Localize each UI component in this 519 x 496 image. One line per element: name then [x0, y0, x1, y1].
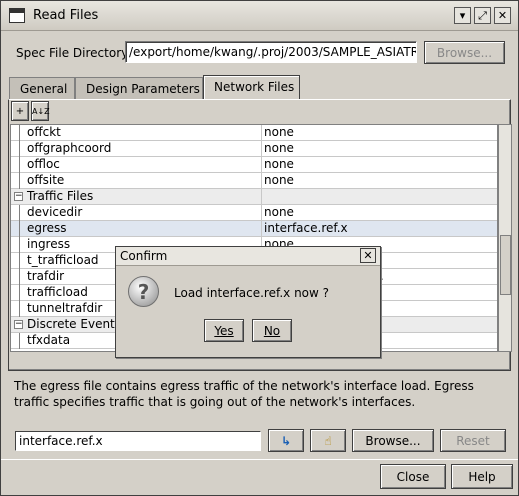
- spec-dir-field[interactable]: /export/home/kwang/.proj/2003/SAMPLE_ASI…: [125, 41, 417, 63]
- close-button[interactable]: Close: [380, 464, 446, 489]
- browse-button[interactable]: Browse...: [352, 429, 434, 452]
- close-icon[interactable]: ✕: [494, 7, 511, 24]
- footer-divider: [1, 459, 518, 460]
- sort-az-icon[interactable]: A↓Z: [31, 101, 50, 121]
- add-file-icon[interactable]: +: [11, 101, 29, 121]
- window-title: Read Files: [33, 8, 99, 23]
- dialog-title-bar[interactable]: Confirm ✕: [116, 247, 380, 266]
- hand-icon[interactable]: ☝: [310, 429, 346, 452]
- confirm-dialog: Confirm ✕ ? Load interface.ref.x now ? Y…: [115, 246, 381, 358]
- table-row-selected[interactable]: egress interface.ref.x: [11, 221, 497, 237]
- table-scrollbar[interactable]: [498, 124, 512, 352]
- help-button[interactable]: Help: [451, 464, 513, 489]
- table-row[interactable]: devicedir none: [11, 205, 497, 221]
- title-bar[interactable]: Read Files ▾ ⤢ ✕: [1, 1, 518, 31]
- table-row[interactable]: offckt none: [11, 125, 497, 141]
- tab-design-parameters[interactable]: Design Parameters: [75, 77, 203, 99]
- tab-network-files[interactable]: Network Files: [203, 75, 300, 100]
- scrollbar-thumb[interactable]: [500, 235, 511, 295]
- reset-button[interactable]: Reset: [440, 429, 506, 452]
- collapse-icon[interactable]: −: [14, 320, 23, 329]
- table-row[interactable]: offsite none: [11, 173, 497, 189]
- apply-arrow-icon[interactable]: ↳: [268, 429, 304, 452]
- no-button[interactable]: No: [252, 319, 292, 342]
- table-group-row[interactable]: − Traffic Files: [11, 189, 497, 205]
- question-icon: ?: [128, 276, 159, 307]
- minimize-icon[interactable]: ▾: [454, 7, 471, 24]
- tab-general[interactable]: General: [9, 77, 75, 99]
- spec-browse-button[interactable]: Browse...: [424, 41, 505, 64]
- window-icon: [9, 8, 25, 23]
- read-files-window: Read Files ▾ ⤢ ✕ Spec File Directory: /e…: [0, 0, 519, 496]
- dialog-title: Confirm: [120, 249, 168, 263]
- file-value-input[interactable]: interface.ref.x: [15, 431, 261, 451]
- collapse-icon[interactable]: −: [14, 192, 23, 201]
- table-row[interactable]: offloc none: [11, 157, 497, 173]
- spec-dir-label: Spec File Directory:: [16, 46, 132, 60]
- yes-button[interactable]: Yes: [204, 319, 244, 342]
- dialog-close-icon[interactable]: ✕: [360, 248, 376, 263]
- dialog-message: Load interface.ref.x now ?: [174, 286, 330, 300]
- table-row[interactable]: offgraphcoord none: [11, 141, 497, 157]
- description-text: The egress file contains egress traffic …: [14, 379, 474, 409]
- maximize-icon[interactable]: ⤢: [474, 7, 491, 24]
